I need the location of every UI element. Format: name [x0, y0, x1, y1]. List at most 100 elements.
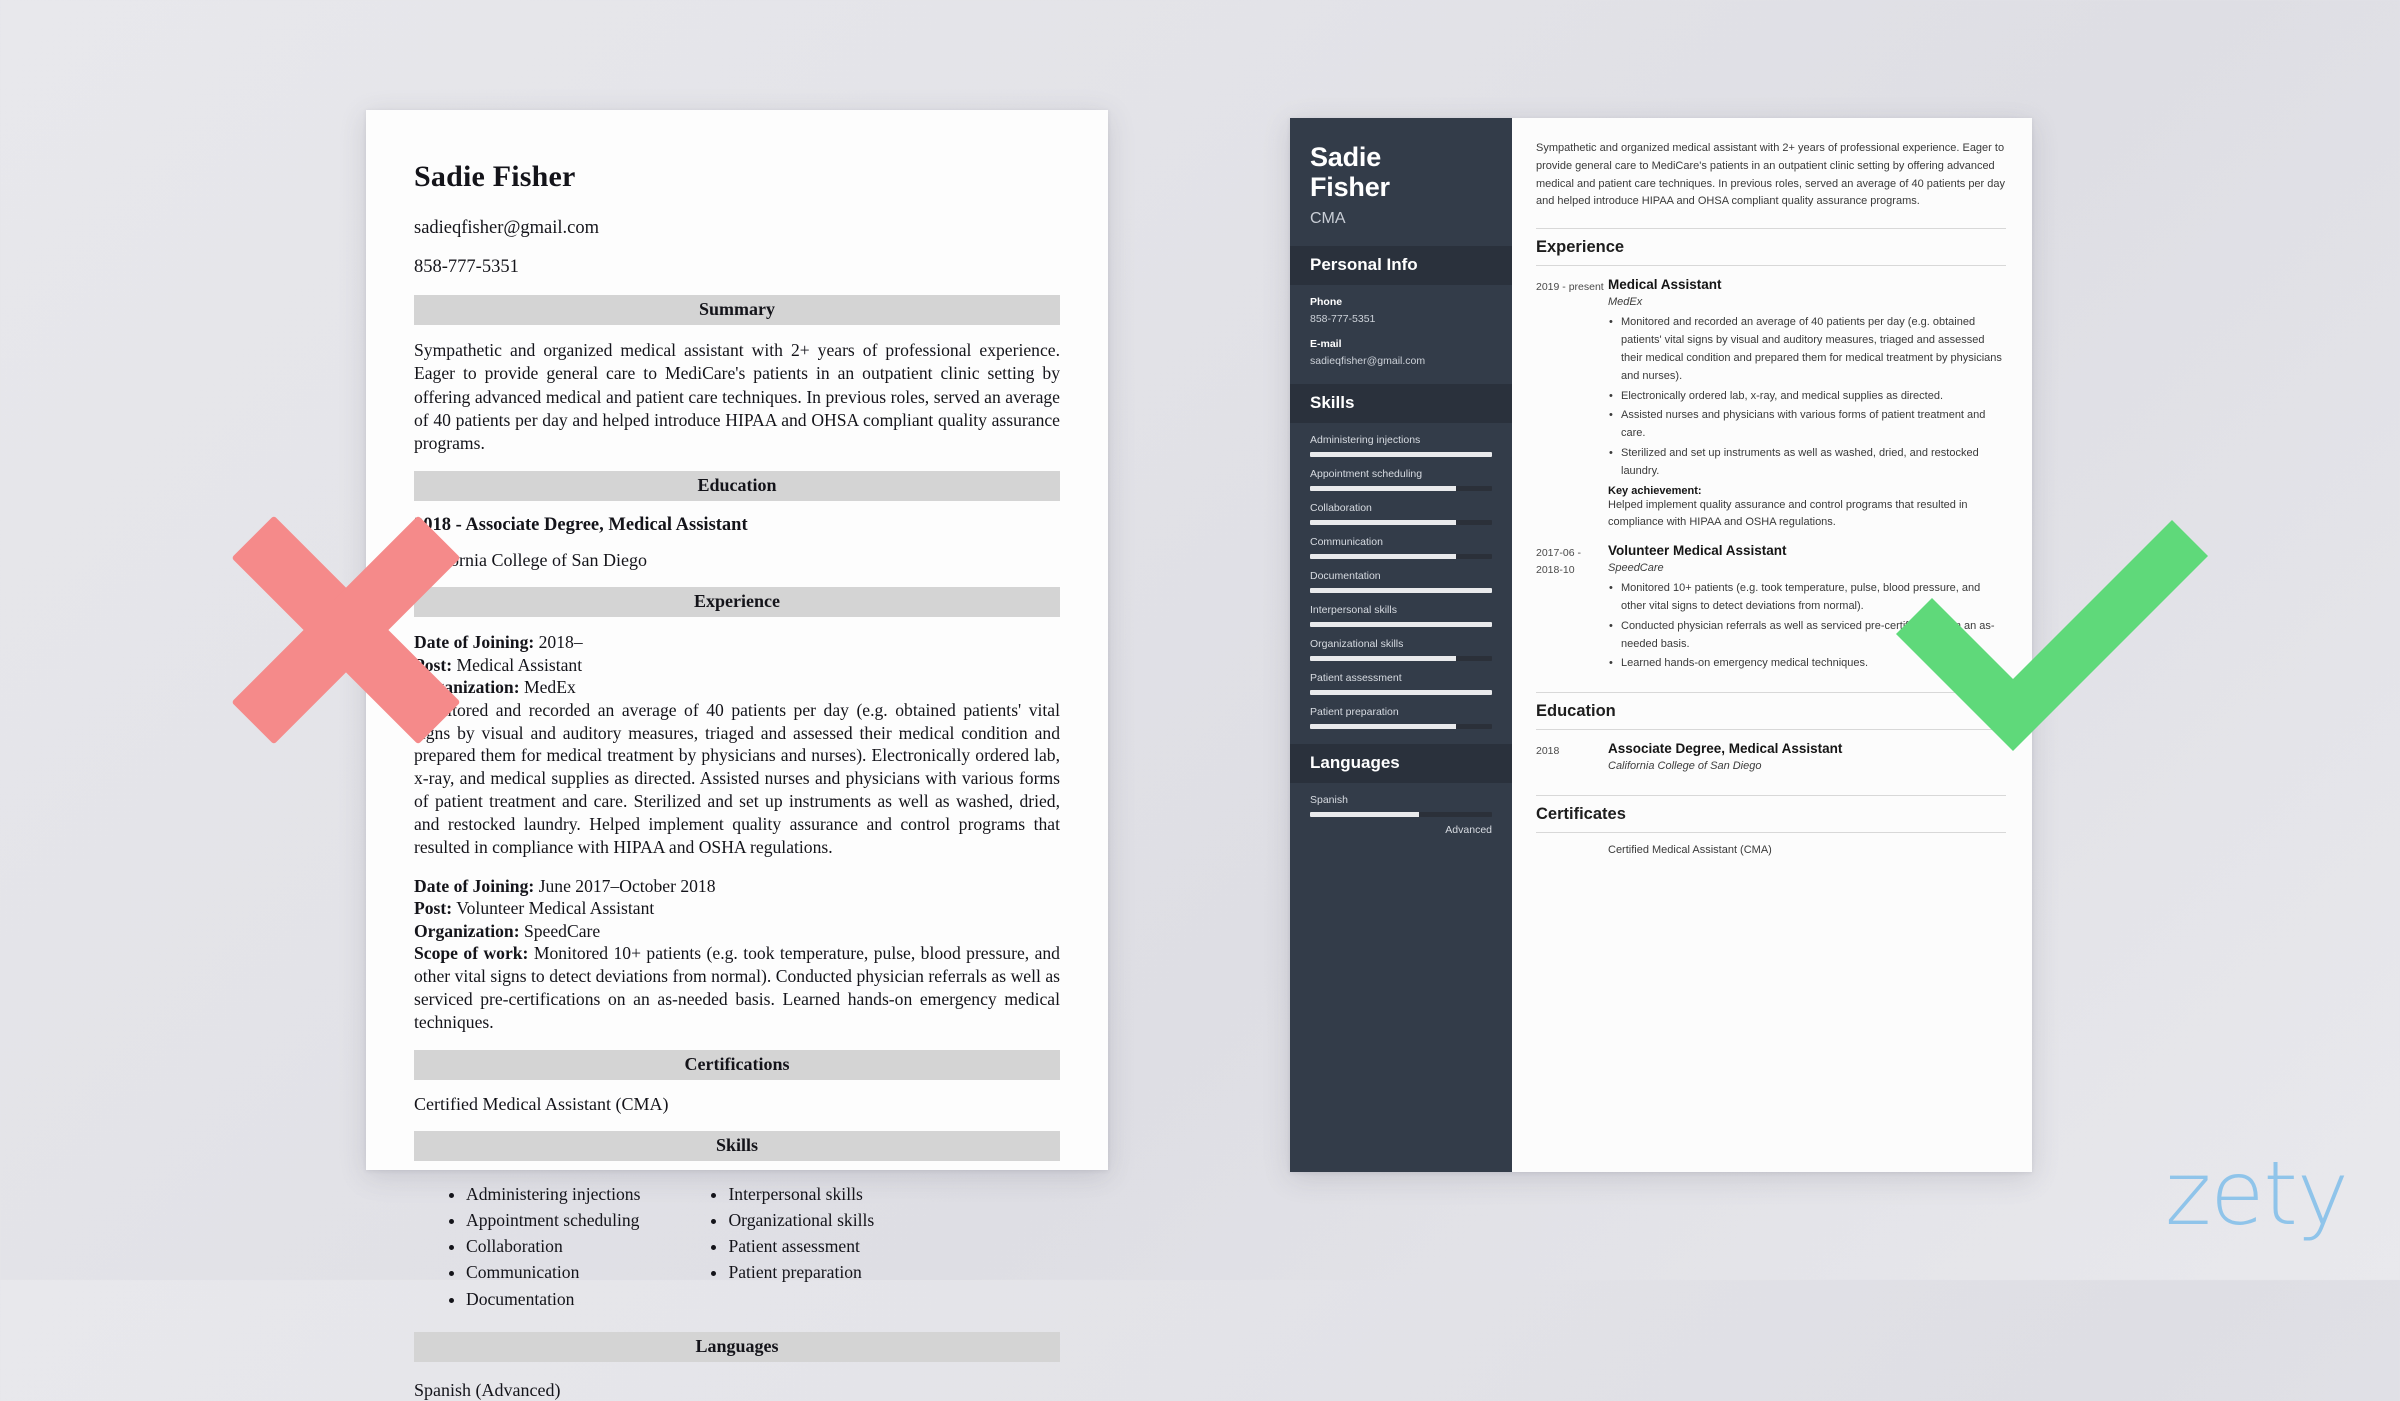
good-resume-first-name: Sadie [1310, 142, 1382, 172]
good-certificate-body: Certified Medical Assistant (CMA) [1608, 844, 2006, 856]
bad-skills-column-2: Interpersonal skills Organizational skil… [710, 1181, 874, 1312]
language-item: Spanish Advanced [1310, 794, 1492, 836]
good-heading-certificates: Certificates [1536, 805, 1626, 824]
skill-level-track [1310, 656, 1492, 662]
good-education-body: Associate Degree, Medical Assistant Cali… [1608, 741, 2006, 778]
bad-job-post-label: Post: [414, 654, 453, 675]
bad-job-blurb: Monitored and recorded an average of 40 … [414, 699, 1060, 857]
language-level-fill [1310, 812, 1420, 818]
bad-job-post-line: Post: Medical Assistant [414, 654, 1060, 677]
list-item: Monitored and recorded an average of 40 … [1608, 314, 2006, 385]
skill-name: Collaboration [1310, 502, 1372, 515]
divider [1536, 729, 2006, 731]
skill-name: Patient preparation [1310, 706, 1399, 719]
good-job-role: Medical Assistant [1608, 277, 1722, 293]
phone-label: Phone [1310, 296, 1343, 309]
good-resume-name: Sadie Fisher [1310, 142, 1492, 202]
list-item: Interpersonal skills [728, 1181, 874, 1207]
skill-item: Documentation [1310, 570, 1492, 594]
good-resume-main: Sympathetic and organized medical assist… [1512, 118, 2032, 1172]
bad-job-org-line: Organization: MedEx [414, 676, 1060, 699]
good-heading-education: Education [1536, 702, 1616, 721]
list-item: Monitored 10+ patients (e.g. took temper… [1608, 580, 2006, 616]
bad-section-heading-skills: Skills [414, 1130, 1060, 1161]
bad-job-entry: Date of Joining: June 2017–October 2018 … [414, 875, 1060, 1034]
good-education-date: 2018 [1536, 745, 1560, 758]
good-key-achievement-text: Helped implement quality assurance and c… [1608, 498, 1968, 529]
sidebar-heading-languages: Languages [1290, 744, 1512, 784]
divider [1536, 832, 2006, 834]
skill-item: Patient assessment [1310, 672, 1492, 696]
skill-level-fill [1310, 452, 1492, 458]
list-item: Administering injections [466, 1181, 640, 1207]
skill-level-track [1310, 724, 1492, 730]
list-item: Patient assessment [728, 1233, 874, 1259]
skill-level-fill [1310, 554, 1456, 560]
good-resume-sidebar: Sadie Fisher CMA Personal Info Phone 858… [1290, 118, 1512, 1172]
good-resume-header: Sadie Fisher CMA [1290, 118, 1512, 246]
skill-level-track [1310, 520, 1492, 526]
bad-job-scope: Scope of work: Monitored 10+ patients (e… [414, 942, 1060, 1033]
bad-job-date-value: June 2017–October 2018 [538, 875, 716, 896]
good-job-entry: 2019 - present Medical Assistant MedEx M… [1536, 277, 2006, 532]
skill-level-track [1310, 554, 1492, 560]
bad-section-heading-experience: Experience [414, 587, 1060, 618]
skill-name: Appointment scheduling [1310, 468, 1423, 481]
list-item: Organizational skills [728, 1207, 874, 1233]
list-item: Assisted nurses and physicians with vari… [1608, 407, 2006, 443]
list-item: Sterilized and set up instruments as wel… [1608, 445, 2006, 481]
skill-item: Appointment scheduling [1310, 468, 1492, 492]
bad-job-org-value: SpeedCare [523, 920, 601, 941]
bad-section-heading-certifications: Certifications [414, 1049, 1060, 1080]
good-education-school: California College of San Diego [1608, 760, 1762, 773]
good-resume-last-name: Fisher [1310, 172, 1390, 203]
skill-item: Administering injections [1310, 434, 1492, 458]
bad-job-date-value: 2018– [538, 632, 583, 653]
skill-name: Organizational skills [1310, 638, 1404, 651]
bad-summary-text: Sympathetic and organized medical assist… [414, 340, 1060, 453]
email-value: sadieqfisher@gmail.com [1310, 355, 1426, 368]
good-job-body: Medical Assistant MedEx Monitored and re… [1608, 277, 2006, 532]
skill-name: Communication [1310, 536, 1383, 549]
bad-job-scope-label: Scope of work: [414, 943, 529, 964]
skill-level-track [1310, 452, 1492, 458]
good-job-date: 2017-06 - 2018-10 [1536, 547, 1581, 577]
good-job-entry: 2017-06 - 2018-10 Volunteer Medical Assi… [1536, 543, 2006, 675]
good-certificate-text: Certified Medical Assistant (CMA) [1608, 844, 1772, 857]
good-job-role: Volunteer Medical Assistant [1608, 543, 1787, 559]
good-education-entry: 2018 Associate Degree, Medical Assistant… [1536, 741, 2006, 778]
zety-logo: zety [2165, 1142, 2349, 1245]
skill-level-fill [1310, 724, 1456, 730]
bad-job-org-label: Organization: [414, 677, 520, 698]
bad-job-org-value: MedEx [523, 677, 576, 698]
good-heading-experience: Experience [1536, 238, 1625, 257]
sidebar-skills-list: Administering injections Appointment sche… [1290, 423, 1512, 744]
skill-level-track [1310, 622, 1492, 628]
sidebar-personal-info: Phone 858-777-5351 E-mail sadieqfisher@g… [1290, 285, 1512, 384]
good-job-date: 2019 - present [1536, 281, 1604, 294]
bad-job-date-label: Date of Joining: [414, 632, 535, 653]
list-item: Documentation [466, 1286, 640, 1312]
bad-job-entry: Date of Joining: 2018– Post: Medical Ass… [414, 631, 1060, 859]
skill-item: Patient preparation [1310, 706, 1492, 730]
good-job-org: MedEx [1608, 296, 1643, 309]
language-level-label: Advanced [1445, 824, 1492, 837]
bad-job-post-value: Volunteer Medical Assistant [456, 898, 655, 919]
bad-job-post-label: Post: [414, 898, 453, 919]
email-label: E-mail [1310, 338, 1342, 351]
good-resume-document: Sadie Fisher CMA Personal Info Phone 858… [1290, 118, 2032, 1172]
language-name: Spanish [1310, 794, 1348, 807]
skill-level-track [1310, 690, 1492, 696]
divider [1536, 265, 2006, 267]
skill-name: Documentation [1310, 570, 1381, 583]
sidebar-languages-list: Spanish Advanced [1290, 783, 1512, 851]
skill-name: Administering injections [1310, 434, 1421, 447]
good-job-org: SpeedCare [1608, 562, 1664, 575]
bad-education-degree: 2018 - Associate Degree, Medical Assista… [414, 515, 748, 536]
bad-resume-name: Sadie Fisher [414, 160, 576, 193]
skill-level-track [1310, 486, 1492, 492]
good-key-achievement-label: Key achievement: [1608, 484, 1702, 497]
skill-name: Patient assessment [1310, 672, 1402, 685]
bad-job-post-line: Post: Volunteer Medical Assistant [414, 897, 1060, 920]
bad-resume-document: Sadie Fisher sadieqfisher@gmail.com 858-… [366, 110, 1108, 1400]
